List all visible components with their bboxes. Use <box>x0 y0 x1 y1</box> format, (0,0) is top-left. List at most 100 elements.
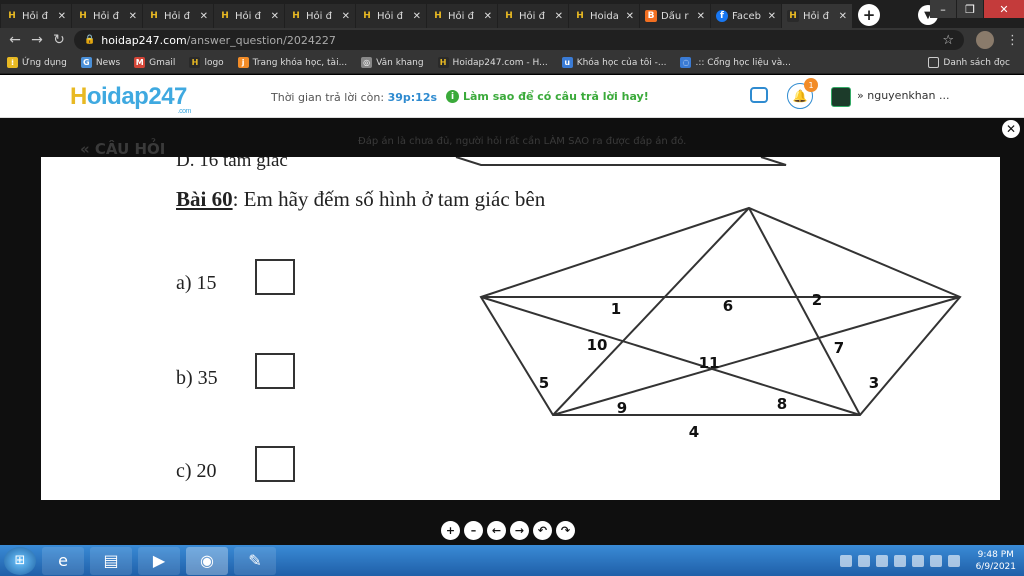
apps-icon: ⁞ <box>7 57 18 68</box>
close-tab-icon[interactable]: ✕ <box>129 11 137 22</box>
browser-tab[interactable]: H Hỏi đ ✕ <box>356 4 426 28</box>
question-image: D. 16 tam giác Bài 60: Em hãy đếm số hìn… <box>41 157 1000 500</box>
bookmark-item[interactable]: ◌.:: Cổng học liệu và... <box>680 57 791 68</box>
close-tab-icon[interactable]: ✕ <box>58 11 66 22</box>
region-label: 1 <box>611 300 621 318</box>
close-tab-icon[interactable]: ✕ <box>555 11 563 22</box>
notification-bell-icon[interactable]: 🔔 1 <box>787 78 818 109</box>
viewer-toolbar: + – ← → ↶ ↷ <box>441 521 575 540</box>
hoidap-favicon: H <box>503 10 515 22</box>
volume-icon[interactable] <box>947 554 960 567</box>
bookmark-item[interactable]: u Khóa học của tôi -... <box>561 57 666 68</box>
address-bar: ← → ↻ 🔒 hoidap247.com /answer_question/2… <box>0 28 1024 52</box>
prev-icon[interactable]: ← <box>487 521 506 540</box>
tray-app-icon[interactable] <box>839 554 852 567</box>
site-logo[interactable]: Hoidap247 .com <box>70 83 191 115</box>
back-icon[interactable]: ← <box>4 29 26 51</box>
tab-title: Hỏi đ <box>164 10 190 22</box>
menu-icon[interactable]: ⋮ <box>1006 33 1019 48</box>
media-player-icon[interactable]: ▶ <box>138 546 180 575</box>
region-label: 10 <box>587 336 608 354</box>
browser-tab[interactable]: f Faceb ✕ <box>711 4 781 28</box>
next-icon[interactable]: → <box>510 521 529 540</box>
browser-tab[interactable]: H Hỏi đ ✕ <box>498 4 568 28</box>
maximize-button[interactable]: ❐ <box>957 0 983 18</box>
chrome-icon[interactable]: ◉ <box>186 546 228 575</box>
rotate-right-icon[interactable]: ↷ <box>556 521 575 540</box>
close-tab-icon[interactable]: ✕ <box>697 11 705 22</box>
browser-tab[interactable]: H Hỏi đ ✕ <box>285 4 355 28</box>
browser-tab[interactable]: H Hỏi đ ✕ <box>782 4 852 28</box>
explorer-icon[interactable]: ▤ <box>90 546 132 575</box>
question-title-label: CÂU HỎI <box>94 140 166 158</box>
reading-list[interactable]: Danh sách đọc <box>928 57 1010 68</box>
close-window-button[interactable]: ✕ <box>984 0 1024 18</box>
network-icon[interactable] <box>929 554 942 567</box>
browser-tab[interactable]: H Hoida ✕ <box>569 4 639 28</box>
bookmark-item[interactable]: Hlogo <box>189 57 224 68</box>
tray-app-icon[interactable] <box>875 554 888 567</box>
close-tab-icon[interactable]: ✕ <box>200 11 208 22</box>
zoom-out-icon[interactable]: – <box>464 521 483 540</box>
reload-icon[interactable]: ↻ <box>48 29 70 51</box>
close-tab-icon[interactable]: ✕ <box>768 11 776 22</box>
zoom-in-icon[interactable]: + <box>441 521 460 540</box>
clock-time: 9:48 PM <box>977 549 1014 560</box>
close-tab-icon[interactable]: ✕ <box>413 11 421 22</box>
clock[interactable]: 9:48 PM 6/9/2021 <box>976 549 1016 573</box>
tray-antivirus-icon[interactable] <box>857 554 870 567</box>
browser-tab[interactable]: H Hỏi đ ✕ <box>72 4 142 28</box>
user-avatar[interactable] <box>831 87 851 107</box>
bookmark-star-icon[interactable]: ☆ <box>942 33 954 48</box>
profile-avatar[interactable] <box>976 31 994 49</box>
chat-icon[interactable] <box>750 87 768 103</box>
tray-app-icon[interactable] <box>911 554 924 567</box>
region-label: 9 <box>617 399 627 417</box>
new-tab-button[interactable]: + <box>858 4 880 26</box>
close-tab-icon[interactable]: ✕ <box>342 11 350 22</box>
paint-icon[interactable]: ✎ <box>234 546 276 575</box>
close-tab-icon[interactable]: ✕ <box>484 11 492 22</box>
bookmark-item[interactable]: M Gmail <box>134 57 175 68</box>
question-section-title: « CÂU HỎI <box>80 140 166 158</box>
ie-icon[interactable]: e <box>42 546 84 575</box>
taskbar: ⊞ e ▤ ▶ ◉ ✎ 9:48 PM 6/9/2021 <box>0 545 1024 576</box>
region-label: 2 <box>812 291 822 309</box>
bookmark-item[interactable]: j Trang khóa học, tài... <box>237 57 347 68</box>
bookmark-label: logo <box>204 57 224 68</box>
close-lightbox-button[interactable]: ✕ <box>1002 120 1020 138</box>
info-icon: i <box>446 90 459 103</box>
diag-top-right <box>748 207 861 416</box>
forward-icon[interactable]: → <box>26 29 48 51</box>
close-tab-icon[interactable]: ✕ <box>271 11 279 22</box>
region-label: 6 <box>723 297 733 315</box>
start-button[interactable]: ⊞ <box>4 546 36 575</box>
url-input[interactable]: 🔒 hoidap247.com /answer_question/2024227… <box>74 30 964 50</box>
bluetooth-icon[interactable] <box>893 554 906 567</box>
browser-tab[interactable]: H Hỏi đ ✕ <box>143 4 213 28</box>
reading-list-icon <box>928 57 940 68</box>
globe-icon: ◎ <box>361 57 373 68</box>
tab-title: Hỏi đ <box>803 10 829 22</box>
close-tab-icon[interactable]: ✕ <box>626 11 634 22</box>
system-tray: 9:48 PM 6/9/2021 <box>839 549 1016 573</box>
minimize-button[interactable]: – <box>930 0 956 18</box>
answer-hint-link[interactable]: i Làm sao để có câu trả lời hay! <box>446 90 649 103</box>
bookmark-label: Hoidap247.com - H... <box>452 57 548 68</box>
bookmark-item[interactable]: G News <box>80 57 120 68</box>
bookmark-item[interactable]: ◎ Vân khang <box>361 57 424 68</box>
browser-tab[interactable]: H Hỏi đ ✕ <box>214 4 284 28</box>
browser-tab[interactable]: H Hỏi đ ✕ <box>427 4 497 28</box>
username-menu[interactable]: » nguyenkhan ... <box>857 89 949 102</box>
close-tab-icon[interactable]: ✕ <box>839 11 847 22</box>
tab-title: Hỏi đ <box>93 10 119 22</box>
bookmark-item[interactable]: H Hoidap247.com - H... <box>437 57 548 68</box>
timer-label: Thời gian trả lời còn: <box>271 91 385 104</box>
notification-badge: 1 <box>804 78 818 92</box>
logo-h: H <box>70 83 87 110</box>
bookmark-item[interactable]: ⁞ Ứng dụng <box>7 57 67 68</box>
browser-tab[interactable]: H Hỏi đ ✕ <box>1 4 71 28</box>
rotate-left-icon[interactable]: ↶ <box>533 521 552 540</box>
browser-tab[interactable]: B Dấu r ✕ <box>640 4 710 28</box>
bookmark-label: Ứng dụng <box>22 57 67 68</box>
